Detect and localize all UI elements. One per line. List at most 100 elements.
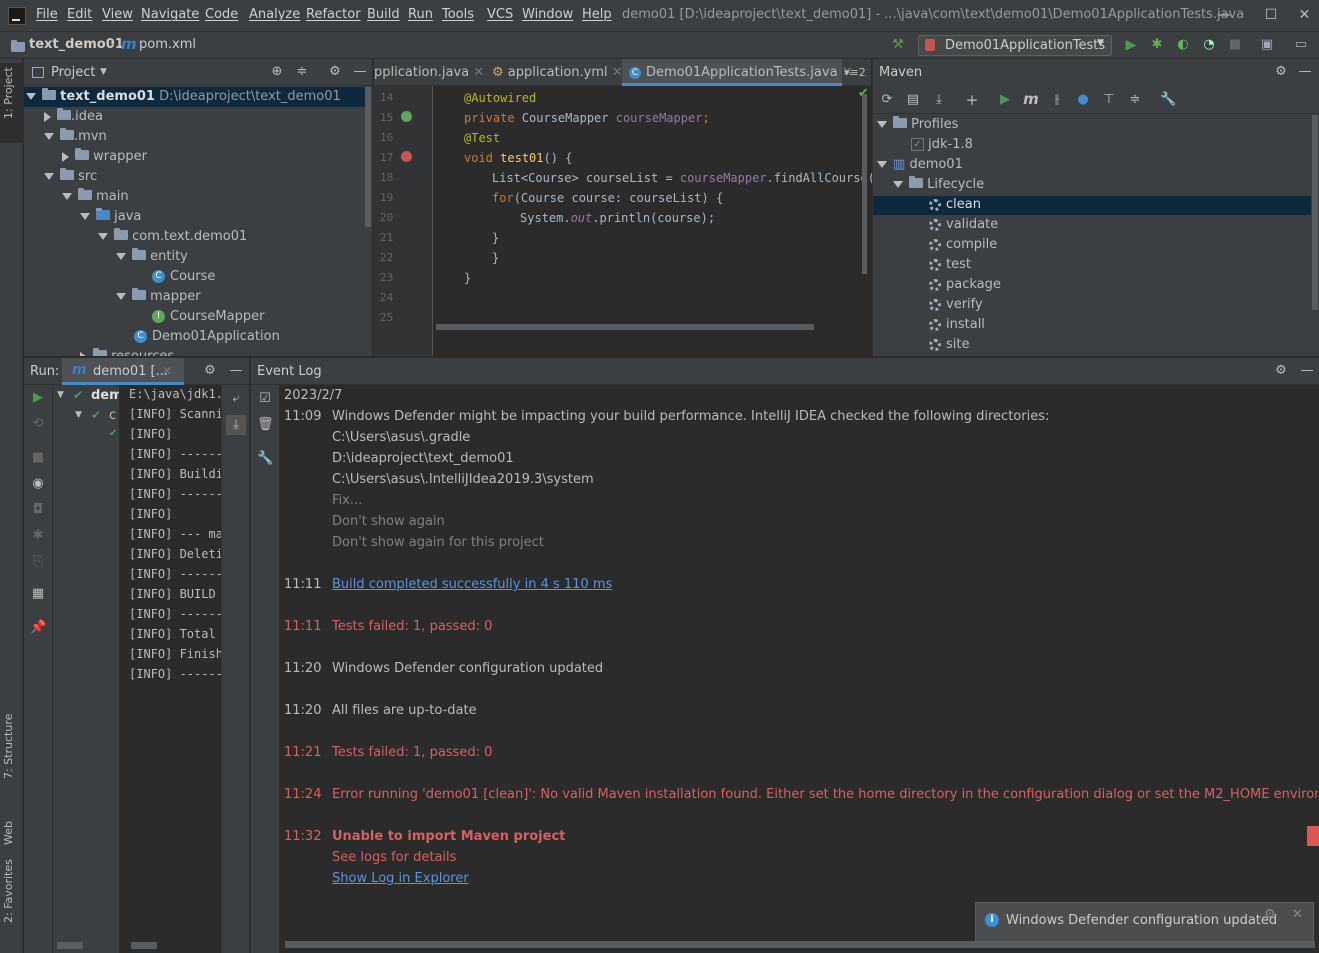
project-tool-label[interactable]: 1: Project — [2, 67, 15, 119]
menu-run[interactable]: Run — [408, 7, 433, 22]
goal-compile[interactable]: compile — [929, 235, 997, 255]
menu-file[interactable]: File — [36, 7, 58, 22]
hide-icon[interactable]: — — [228, 363, 244, 379]
code-line-23[interactable]: } — [464, 271, 471, 285]
menu-analyze[interactable]: Analyze — [249, 7, 300, 22]
run-test-gutter-icon[interactable] — [401, 151, 412, 162]
debug-icon[interactable]: ✱ — [1149, 37, 1165, 53]
code-line-21[interactable]: } — [492, 231, 499, 245]
rerun-failed-icon[interactable]: ⟲ — [30, 416, 46, 432]
tree-item-main[interactable]: main — [62, 187, 129, 207]
project-scrollbar[interactable] — [365, 87, 371, 227]
code-line-15[interactable]: private CourseMapper courseMapper; — [464, 111, 710, 125]
event-action-dont-show[interactable]: Don't show again — [332, 514, 445, 529]
goal-install[interactable]: install — [929, 315, 985, 335]
gear-icon[interactable]: ⚙ — [1273, 64, 1289, 80]
event-action-fix[interactable]: Fix... — [332, 493, 362, 508]
goal-package[interactable]: package — [929, 275, 1001, 295]
collapse-all-icon[interactable]: ≑ — [294, 64, 310, 80]
collapse-all-icon[interactable]: ≑ — [1127, 92, 1143, 108]
add-icon[interactable]: + — [964, 92, 980, 108]
profile-icon[interactable]: ◔ — [1201, 37, 1217, 53]
run-config-dropdown[interactable]: Demo01ApplicationTests ▼ — [918, 35, 1112, 56]
wrench-icon[interactable]: 🔧 — [257, 451, 273, 467]
editor-v-scrollbar[interactable] — [862, 94, 867, 274]
goal-clean[interactable]: clean — [929, 195, 981, 215]
tree-item-coursemapper[interactable]: I CourseMapper — [152, 307, 264, 327]
debug-icon[interactable]: ✱ — [30, 528, 46, 544]
checkbox-icon[interactable]: ✓ — [911, 138, 924, 151]
close-icon[interactable]: ✕ — [1292, 907, 1303, 922]
coverage-icon[interactable]: ◐ — [1175, 37, 1191, 53]
menu-refactor[interactable]: Refactor — [306, 7, 361, 22]
mark-all-read-icon[interactable]: ☑ — [257, 391, 273, 407]
project-structure-icon[interactable]: ▣ — [1259, 37, 1275, 53]
tree-item-resources[interactable]: resources — [80, 347, 174, 356]
trash-icon[interactable]: 🗑 — [257, 417, 274, 433]
tree-item-demo01application[interactable]: C Demo01Application — [134, 327, 280, 347]
tree-item-src[interactable]: src — [44, 167, 97, 187]
show-dependencies-icon[interactable]: ⊤ — [1101, 92, 1117, 108]
tree-item-course[interactable]: C Course — [152, 267, 215, 287]
maximize-icon[interactable]: ☐ — [1251, 4, 1291, 26]
layout-icon[interactable]: ▦ — [30, 586, 46, 602]
tab-application-yml[interactable]: ⚙ application.yml ✕ — [492, 59, 623, 86]
tab-demo01applicationtests[interactable]: C Demo01ApplicationTests.java ✕ — [622, 59, 853, 86]
soft-wrap-icon[interactable]: ⤶ — [228, 391, 244, 407]
tree-item-java[interactable]: java — [80, 207, 141, 227]
exit-icon[interactable]: ⎘ — [30, 554, 46, 570]
structure-tool-label[interactable]: 7: Structure — [2, 714, 15, 779]
gear-icon[interactable]: ⚙ — [327, 64, 343, 80]
tab-application-java[interactable]: pplication.java ✕ — [374, 59, 484, 86]
notification-balloon[interactable]: i Windows Defender configuration updated… — [975, 902, 1314, 942]
code-line-18[interactable]: List<Course> courseList = courseMapper.f… — [492, 171, 882, 185]
code-line-17[interactable]: void test01() { — [464, 151, 572, 165]
event-action-dont-show-project[interactable]: Don't show again for this project — [332, 535, 544, 550]
camera-icon[interactable]: ◘ — [30, 502, 46, 518]
menu-edit[interactable]: Edit — [67, 7, 92, 22]
tree-item-root[interactable]: text_demo01 D:\ideaproject\text_demo01 — [26, 87, 341, 107]
code-line-20[interactable]: System.out.println(course); — [520, 211, 715, 225]
run-tree-child[interactable]: c — [109, 408, 116, 423]
maven-project-demo01[interactable]: ▥ demo01 — [877, 155, 963, 175]
download-icon[interactable]: ⤓ — [931, 92, 947, 108]
reload-icon[interactable]: ⟳ — [879, 92, 895, 108]
stop-icon[interactable]: ■ — [30, 450, 46, 466]
goal-site[interactable]: site — [929, 335, 969, 355]
error-stripe-marker[interactable] — [1307, 826, 1319, 846]
hide-icon[interactable]: — — [352, 64, 368, 80]
code-line-22[interactable]: } — [492, 251, 499, 265]
run-tab-demo01[interactable]: m demo01 [... ✕ — [62, 358, 184, 385]
menu-tools[interactable]: Tools — [442, 7, 474, 22]
event-log-scrollbar[interactable] — [285, 941, 1315, 948]
maven-lifecycle[interactable]: Lifecycle — [893, 175, 984, 195]
run-tree-scrollbar[interactable] — [57, 942, 83, 949]
rerun-icon[interactable]: ▶ — [30, 390, 46, 406]
run-icon[interactable]: ▶ — [997, 92, 1013, 108]
goal-validate[interactable]: validate — [929, 215, 998, 235]
gear-icon[interactable]: ⚙ — [1273, 363, 1289, 379]
eye-icon[interactable]: ◉ — [30, 476, 46, 492]
run-tree-root[interactable]: dem — [91, 388, 123, 403]
chevron-down-icon[interactable]: ▼ — [100, 67, 107, 77]
goal-test[interactable]: test — [929, 255, 971, 275]
web-tool-label[interactable]: Web — [2, 821, 15, 845]
window-layout-icon[interactable]: ▭ — [1293, 37, 1309, 53]
locate-icon[interactable]: ⊕ — [269, 64, 285, 80]
tree-item-mapper[interactable]: mapper — [116, 287, 201, 307]
tree-item-idea[interactable]: .idea — [44, 107, 103, 127]
show-log-link[interactable]: Show Log in Explorer — [332, 871, 469, 886]
close-tab-icon[interactable]: ✕ — [162, 364, 172, 378]
menu-window[interactable]: Window — [522, 7, 573, 22]
code-line-19[interactable]: for(Course course: courseList) { — [492, 191, 723, 205]
menu-build[interactable]: Build — [367, 7, 400, 22]
gear-icon[interactable]: ⚙ — [202, 363, 218, 379]
console-scrollbar[interactable] — [131, 942, 157, 949]
close-tab-icon[interactable]: ✕ — [473, 65, 484, 80]
build-hammer-icon[interactable]: ⚒ — [890, 37, 906, 53]
hide-icon[interactable]: — — [1299, 363, 1315, 379]
gear-icon[interactable]: ⚙ — [1264, 907, 1276, 922]
code-line-16[interactable]: @Test — [464, 131, 500, 145]
maven-scrollbar[interactable] — [1312, 115, 1318, 310]
skip-tests-icon[interactable]: ● — [1075, 92, 1091, 108]
